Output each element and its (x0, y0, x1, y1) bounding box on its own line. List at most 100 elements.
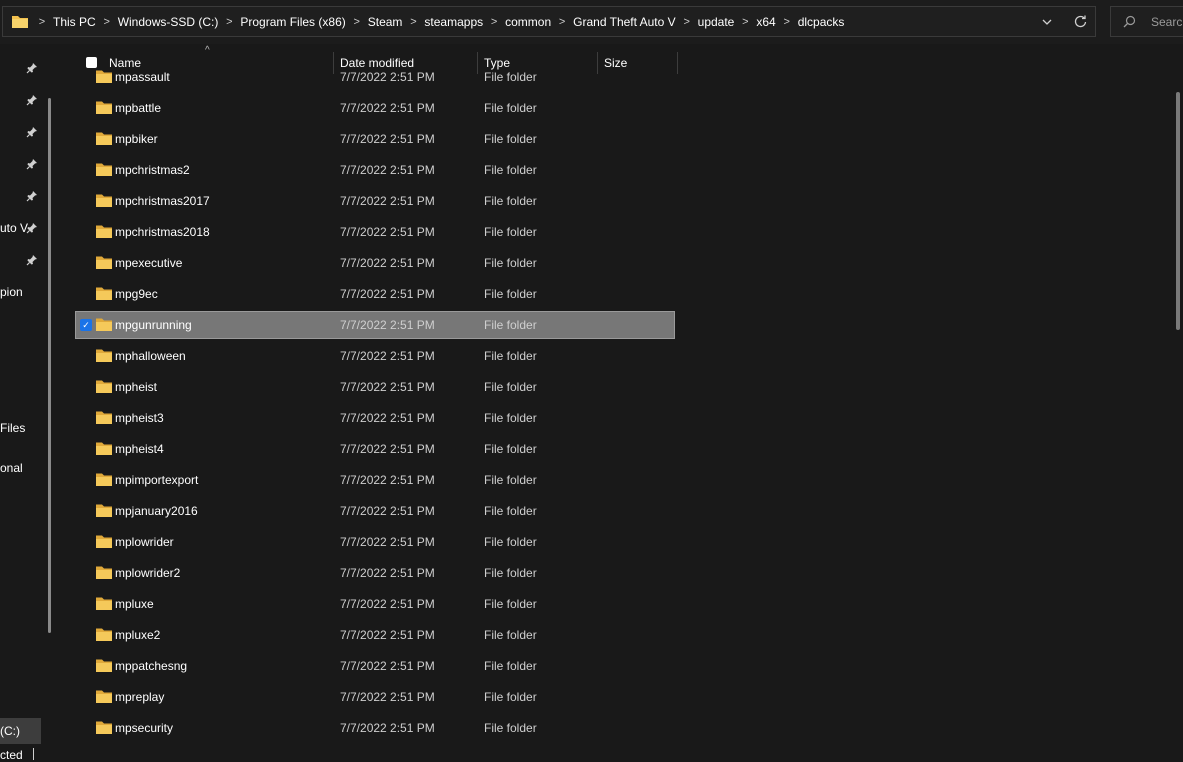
folder-icon (95, 379, 113, 397)
chevron-right-icon[interactable]: > (348, 16, 366, 28)
chevron-right-icon[interactable]: > (220, 16, 238, 28)
date-modified: 7/7/2022 2:51 PM (340, 659, 435, 673)
table-row[interactable]: mpg9ec 7/7/2022 2:51 PM File folder (76, 281, 674, 307)
file-type: File folder (484, 163, 537, 177)
folder-icon (95, 286, 113, 304)
file-type: File folder (484, 566, 537, 580)
table-row[interactable]: mpimportexport 7/7/2022 2:51 PM File folde… (76, 467, 674, 493)
breadcrumb-item[interactable]: Grand Theft Auto V (571, 15, 678, 29)
nav-item-label[interactable]: Files (0, 421, 25, 435)
file-name: mpluxe (115, 597, 154, 611)
chevron-right-icon[interactable]: > (736, 16, 754, 28)
table-row[interactable]: mpchristmas2017 7/7/2022 2:51 PM File fold… (76, 188, 674, 214)
date-modified: 7/7/2022 2:51 PM (340, 473, 435, 487)
file-name: mpchristmas2 (115, 163, 190, 177)
table-row[interactable]: mpchristmas2018 7/7/2022 2:51 PM File fold… (76, 219, 674, 245)
file-name: mpbattle (115, 101, 162, 115)
table-row[interactable]: mpbiker 7/7/2022 2:51 PM File folder (76, 126, 674, 152)
table-row[interactable]: mpexecutive 7/7/2022 2:51 PM File folder (76, 250, 674, 276)
date-modified: 7/7/2022 2:51 PM (340, 163, 435, 177)
refresh-icon[interactable] (1066, 7, 1094, 36)
table-row[interactable]: mpjanuary2016 7/7/2022 2:51 PM File folder (76, 498, 674, 524)
folder-icon (95, 317, 113, 335)
date-modified: 7/7/2022 2:51 PM (340, 690, 435, 704)
folder-icon (95, 348, 113, 366)
table-row[interactable]: mppatchesng 7/7/2022 2:51 PM File folder (76, 653, 674, 679)
breadcrumb-item[interactable]: Steam (366, 15, 405, 29)
table-row[interactable]: mpreplay 7/7/2022 2:51 PM File folder (76, 684, 674, 710)
table-row[interactable]: mplowrider 7/7/2022 2:51 PM File folder (76, 529, 674, 555)
toolbar: > This PC > Windows-SSD (C:) > Program Files … (0, 0, 1183, 44)
breadcrumb-item[interactable]: x64 (754, 15, 777, 29)
pin-icon[interactable] (25, 253, 39, 267)
nav-scrollbar[interactable] (48, 98, 51, 633)
chevron-right-icon[interactable]: > (553, 16, 571, 28)
table-row[interactable]: mpheist3 7/7/2022 2:51 PM File folder (76, 405, 674, 431)
search-box[interactable]: Search (1110, 6, 1183, 37)
nav-item-label[interactable]: onal (0, 461, 23, 475)
breadcrumb-item[interactable]: steamapps (422, 15, 485, 29)
pin-icon[interactable] (25, 93, 39, 107)
date-modified: 7/7/2022 2:51 PM (340, 70, 435, 84)
breadcrumb-item[interactable]: update (696, 15, 737, 29)
date-modified: 7/7/2022 2:51 PM (340, 566, 435, 580)
breadcrumb-item[interactable]: This PC (51, 15, 98, 29)
table-row[interactable]: mplowrider2 7/7/2022 2:51 PM File folder (76, 560, 674, 586)
date-modified: 7/7/2022 2:51 PM (340, 349, 435, 363)
file-name: mpexecutive (115, 256, 183, 270)
file-type: File folder (484, 535, 537, 549)
chevron-right-icon[interactable]: > (485, 16, 503, 28)
chevron-right-icon[interactable]: > (404, 16, 422, 28)
table-row[interactable]: mpheist 7/7/2022 2:51 PM File folder (76, 374, 674, 400)
folder-icon (95, 410, 113, 428)
nav-item-label[interactable]: pion (0, 285, 23, 299)
nav-item-label[interactable]: uto V (0, 221, 28, 235)
table-row[interactable]: mpchristmas2 7/7/2022 2:51 PM File folder (76, 157, 674, 183)
status-bar: cted (0, 746, 1183, 762)
chevron-right-icon[interactable]: > (98, 16, 116, 28)
chevron-right-icon[interactable]: > (778, 16, 796, 28)
folder-icon (95, 224, 113, 242)
pin-icon[interactable] (25, 157, 39, 171)
table-row[interactable]: mpbattle 7/7/2022 2:51 PM File folder (76, 95, 674, 121)
table-row[interactable]: mpluxe 7/7/2022 2:51 PM File folder (76, 591, 674, 617)
date-modified: 7/7/2022 2:51 PM (340, 256, 435, 270)
file-type: File folder (484, 411, 537, 425)
pin-icon[interactable] (25, 189, 39, 203)
table-row[interactable]: ✓ mpgunrunning 7/7/2022 2:51 PM File folder (75, 311, 675, 339)
pin-icon[interactable] (25, 125, 39, 139)
folder-icon (95, 255, 113, 273)
pin-icon[interactable] (25, 61, 39, 75)
folder-icon (11, 14, 29, 32)
date-modified: 7/7/2022 2:51 PM (340, 380, 435, 394)
table-row[interactable]: mpsecurity 7/7/2022 2:51 PM File folder (76, 715, 674, 741)
date-modified: 7/7/2022 2:51 PM (340, 318, 435, 332)
breadcrumb-item[interactable]: Program Files (x86) (238, 15, 347, 29)
file-name: mpheist3 (115, 411, 164, 425)
file-type: File folder (484, 504, 537, 518)
breadcrumb-item[interactable]: dlcpacks (796, 15, 847, 29)
table-row[interactable]: mpassault 7/7/2022 2:51 PM File folder (76, 65, 674, 90)
file-name: mpsecurity (115, 721, 174, 735)
table-row[interactable]: mpluxe2 7/7/2022 2:51 PM File folder (76, 622, 674, 648)
file-name: mpluxe2 (115, 628, 161, 642)
date-modified: 7/7/2022 2:51 PM (340, 597, 435, 611)
file-name: mpheist (115, 380, 158, 394)
nav-item-drive[interactable]: (C:) (0, 718, 41, 744)
nav-item-label: (C:) (0, 724, 20, 738)
file-name: mpreplay (115, 690, 165, 704)
chevron-right-icon[interactable]: > (33, 16, 51, 28)
address-bar[interactable]: > This PC > Windows-SSD (C:) > Program Files … (2, 6, 1096, 37)
file-type: File folder (484, 256, 537, 270)
table-row[interactable]: mphalloween 7/7/2022 2:51 PM File folder (76, 343, 674, 369)
breadcrumb-item[interactable]: Windows-SSD (C:) (116, 15, 221, 29)
chevron-down-icon[interactable] (1033, 7, 1061, 36)
row-checkbox[interactable]: ✓ (80, 319, 92, 331)
table-row[interactable]: mpheist4 7/7/2022 2:51 PM File folder (76, 436, 674, 462)
breadcrumb-item[interactable]: common (503, 15, 553, 29)
date-modified: 7/7/2022 2:51 PM (340, 132, 435, 146)
file-list-scrollbar[interactable] (1176, 92, 1180, 330)
file-type: File folder (484, 101, 537, 115)
file-name: mphalloween (115, 349, 186, 363)
chevron-right-icon[interactable]: > (678, 16, 696, 28)
